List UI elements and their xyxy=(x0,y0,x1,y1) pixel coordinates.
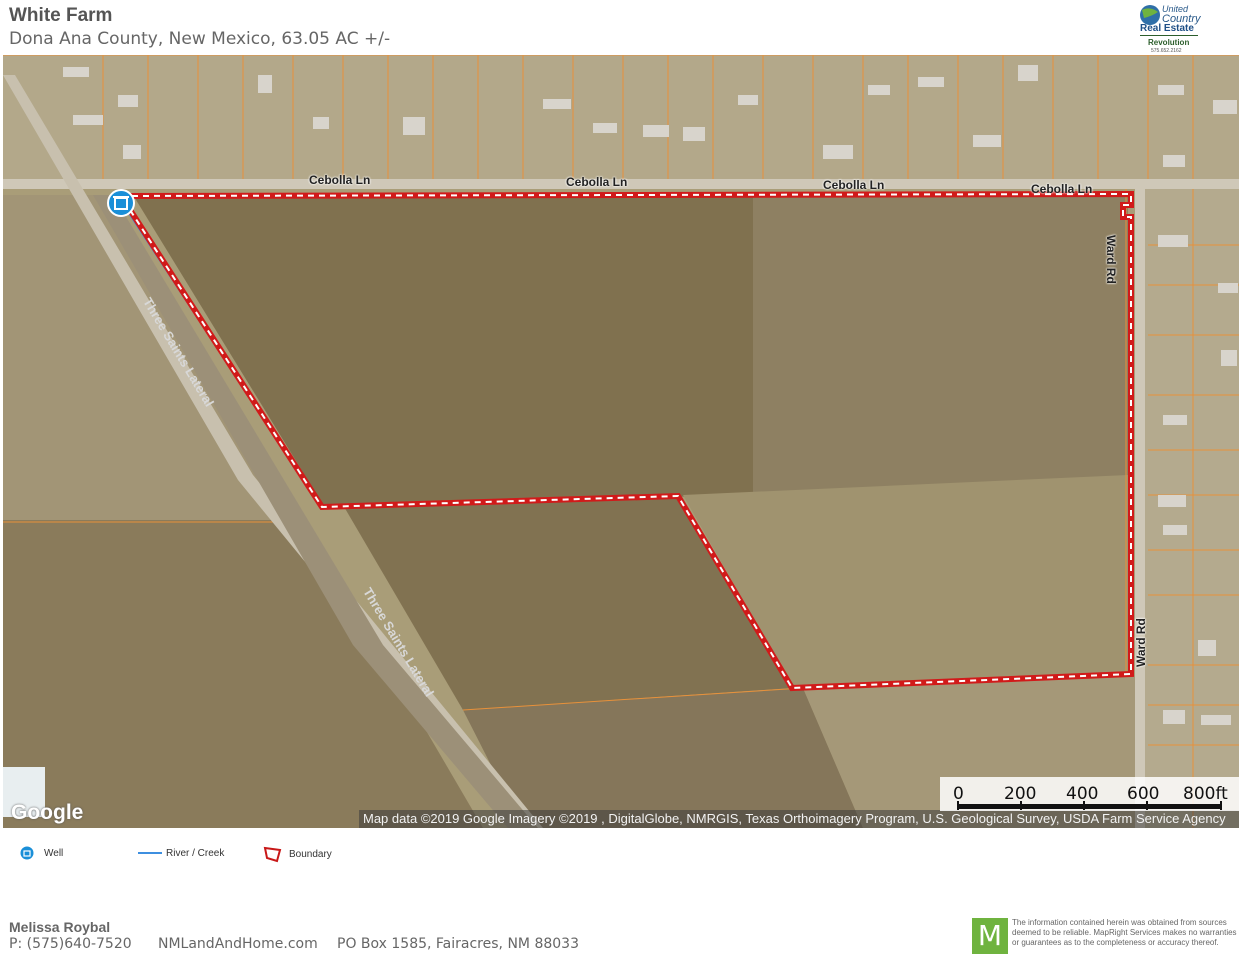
boundary-icon xyxy=(263,846,282,863)
legend-item-creek: River / Creek xyxy=(138,845,224,861)
well-marker[interactable] xyxy=(107,189,135,217)
disclaimer-text: The information contained herein was obt… xyxy=(1012,918,1237,947)
agent-address: PO Box 1585, Fairacres, NM 88033 xyxy=(337,936,579,952)
satellite-map[interactable]: Cebolla Ln Cebolla Ln Cebolla Ln Cebolla… xyxy=(3,55,1239,828)
road-label-ward-1: Ward Rd xyxy=(1104,235,1118,284)
agent-website[interactable]: NMLandAndHome.com xyxy=(158,936,318,952)
map-subtitle: Dona Ana County, New Mexico, 63.05 AC +/… xyxy=(9,29,391,49)
creek-line-icon xyxy=(138,852,162,854)
legend-label-boundary: Boundary xyxy=(289,848,332,860)
google-logo: Google xyxy=(11,801,84,824)
map-legend: Well River / Creek Boundary xyxy=(0,845,1242,865)
united-country-logo: United Country Real Estate Revolution 57… xyxy=(1128,2,1208,54)
logo-text-real-estate: Real Estate xyxy=(1140,23,1194,34)
mapright-logo: M xyxy=(972,918,1008,954)
legend-label-creek: River / Creek xyxy=(166,847,225,859)
logo-text-revolution: Revolution xyxy=(1148,38,1190,47)
legend-label-well: Well xyxy=(44,847,64,859)
road-label-ward-2: Ward Rd xyxy=(1134,618,1148,667)
map-attribution[interactable]: Map data ©2019 Google Imagery ©2019 , Di… xyxy=(359,810,1239,828)
well-icon xyxy=(19,845,35,861)
map-title: White Farm xyxy=(9,5,113,26)
road-label-cebolla-4: Cebolla Ln xyxy=(1031,182,1093,196)
legend-item-well: Well xyxy=(19,845,63,861)
scale-bar-line xyxy=(957,804,1222,809)
agent-name: Melissa Roybal xyxy=(9,919,111,935)
map-imagery xyxy=(3,55,1239,828)
residential-area xyxy=(3,55,1239,185)
residential-east xyxy=(1138,185,1239,828)
logo-phone: 575.652.2162 xyxy=(1151,48,1182,54)
scale-label-600: 600 xyxy=(1127,784,1160,804)
road-label-cebolla-2: Cebolla Ln xyxy=(566,175,628,189)
scale-bar: 0 200 400 600 800ft xyxy=(940,777,1239,811)
legend-item-boundary: Boundary xyxy=(263,845,332,863)
agent-phone[interactable]: P: (575)640-7520 xyxy=(9,936,132,952)
road-label-cebolla-3: Cebolla Ln xyxy=(823,178,885,192)
road-label-cebolla-1: Cebolla Ln xyxy=(309,173,371,187)
field-northeast xyxy=(753,195,1128,495)
